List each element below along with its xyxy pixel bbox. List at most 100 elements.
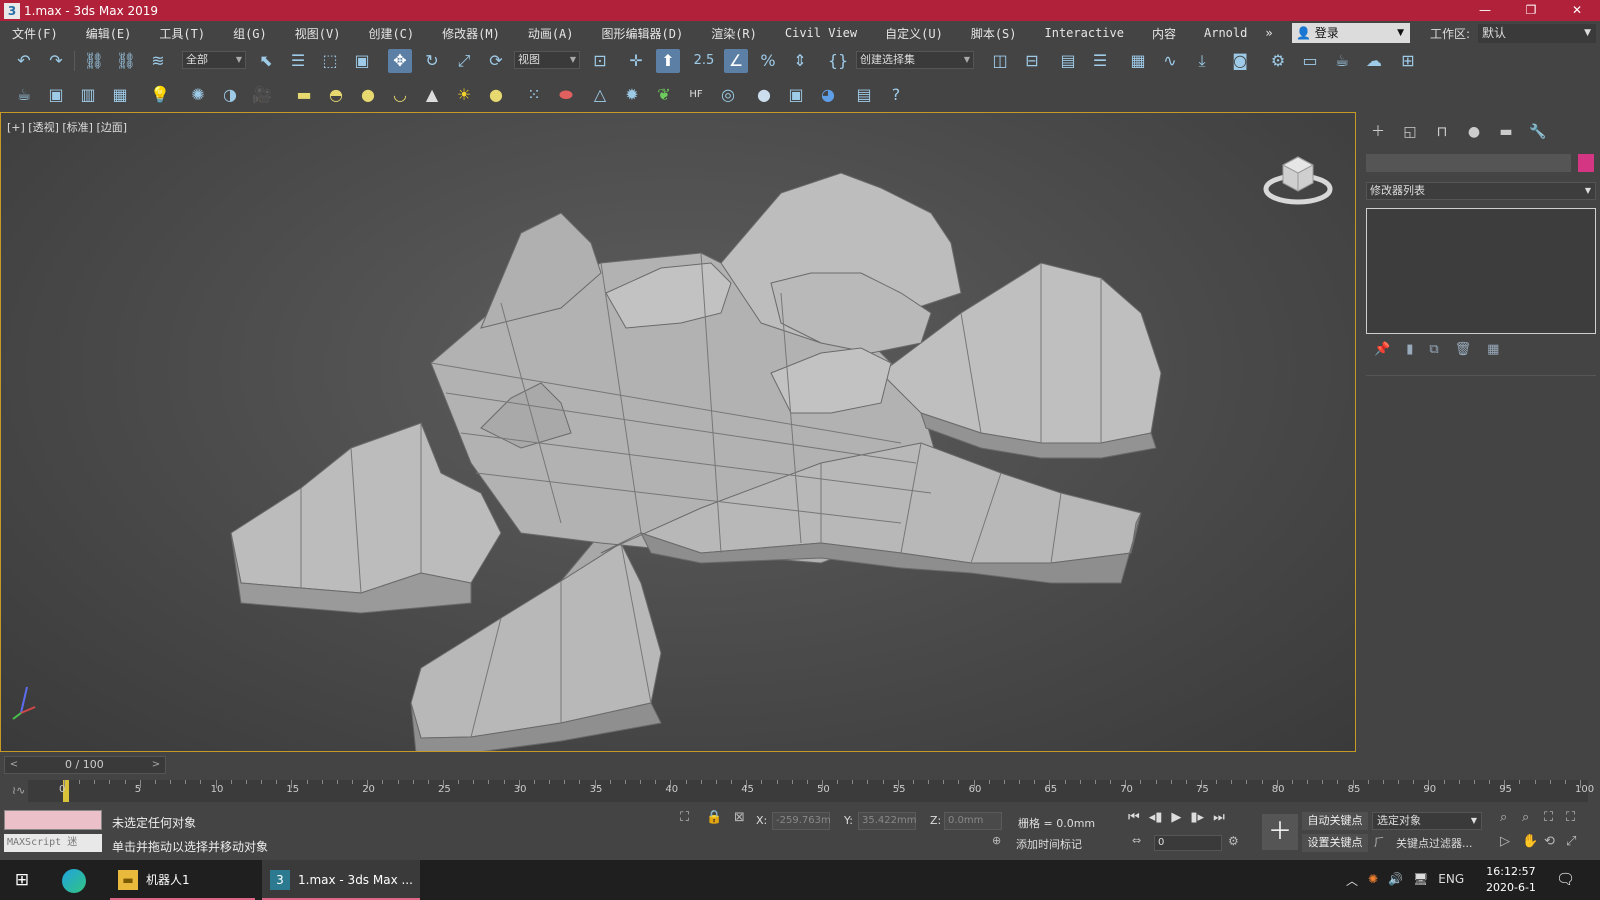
material-ball-icon[interactable]: ◕ — [816, 83, 840, 107]
snaps-toggle-icon[interactable]: 2.5 — [692, 49, 716, 73]
workspace-select[interactable]: 默认 ▼ — [1478, 24, 1596, 43]
add-time-tag-button[interactable]: 添加时间标记 — [1016, 836, 1082, 852]
create-tab-icon[interactable]: ＋ — [1362, 120, 1394, 144]
menu-graph-editors[interactable]: 图形编辑器(D) — [588, 25, 698, 42]
dome-icon[interactable]: ◓ — [324, 83, 348, 107]
skylight-icon[interactable]: ● — [484, 83, 508, 107]
minimize-button[interactable]: — — [1462, 0, 1508, 21]
render-setup-icon[interactable]: ⚙ — [1266, 49, 1290, 73]
menu-modifiers[interactable]: 修改器(M) — [428, 25, 514, 42]
named-selection-select[interactable]: 创建选择集 ▼ — [856, 51, 974, 69]
menu-scripting[interactable]: 脚本(S) — [957, 25, 1031, 42]
key-mode-toggle-icon[interactable]: ⇔ — [1132, 834, 1141, 847]
perspective-viewport[interactable]: [+] [透视] [标准] [边面] — [0, 112, 1356, 752]
grid-panel-icon[interactable]: ▦ — [108, 83, 132, 107]
link-icon[interactable]: ⛓ — [82, 49, 106, 73]
teapot-icon[interactable]: ☕ — [12, 83, 36, 107]
set-keys-icon[interactable]: ＋ — [1262, 814, 1298, 850]
time-configuration-icon[interactable]: ⚙ — [1228, 834, 1239, 848]
hair-icon[interactable]: ❦ — [652, 83, 676, 107]
key-selection-set-select[interactable]: 选定对象 ▼ — [1372, 812, 1482, 830]
edge-browser-icon[interactable] — [62, 869, 86, 893]
pivot-center-icon[interactable]: ⊡ — [588, 49, 612, 73]
motion-tab-icon[interactable]: ● — [1458, 120, 1490, 144]
key-filters-button[interactable]: 关键点过滤器... — [1396, 835, 1473, 851]
play-icon[interactable]: ▶ — [1171, 810, 1181, 825]
modifier-list-select[interactable]: 修改器列表 ▼ — [1366, 182, 1596, 200]
menu-content[interactable]: 内容 — [1138, 25, 1190, 42]
bowl-icon[interactable]: ◡ — [388, 83, 412, 107]
menu-file[interactable]: 文件(F) — [0, 25, 72, 42]
panel-icon[interactable]: ▥ — [76, 83, 100, 107]
env-sphere-icon[interactable]: ● — [752, 83, 776, 107]
menu-group[interactable]: 组(G) — [219, 25, 281, 42]
select-object-icon[interactable]: ⬉ — [254, 49, 278, 73]
pin-stack-icon[interactable]: 📌 — [1374, 342, 1390, 362]
camera-icon[interactable]: 🎥 — [250, 83, 274, 107]
select-and-rotate-icon[interactable]: ↻ — [420, 49, 444, 73]
key-filter-icon[interactable]: ⺁ — [1374, 834, 1385, 850]
object-color-swatch[interactable] — [1578, 154, 1594, 172]
hierarchy-tab-icon[interactable]: ⊓ — [1426, 120, 1458, 144]
schematic-view-icon[interactable]: ⤓ — [1190, 49, 1214, 73]
restore-button[interactable]: ❐ — [1508, 0, 1554, 21]
network-icon[interactable]: 🖥 — [1413, 872, 1428, 889]
app-tray-icon[interactable]: ✺ — [1368, 872, 1378, 889]
box-icon[interactable]: ▬ — [292, 83, 316, 107]
auto-key-button[interactable]: 自动关键点 — [1302, 812, 1368, 830]
zoom-extents-icon[interactable]: ⛶ — [1544, 810, 1553, 825]
mirror-icon[interactable]: ◫ — [988, 49, 1012, 73]
angle-snap-icon[interactable]: ∠ — [724, 49, 748, 73]
previous-key-icon[interactable]: ◂▮ — [1149, 810, 1163, 825]
go-to-end-icon[interactable]: ⏭ — [1213, 810, 1225, 825]
material-editor-icon[interactable]: ◙ — [1228, 49, 1252, 73]
3dsmax-app-icon[interactable]: 3 — [4, 2, 20, 19]
next-key-icon[interactable]: ▮▸ — [1190, 810, 1204, 825]
menu-interactive[interactable]: Interactive — [1031, 26, 1138, 40]
make-unique-icon[interactable]: ⧉ — [1429, 342, 1438, 362]
taskbar-app-3dsmax[interactable]: 3 1.max - 3ds Max ... — [262, 860, 420, 900]
menu-overflow-icon[interactable]: » — [1261, 26, 1276, 40]
menu-tools[interactable]: 工具(T) — [145, 25, 219, 42]
scene-explorer-icon[interactable]: ▤ — [1056, 49, 1080, 73]
modifier-stack[interactable] — [1366, 208, 1596, 334]
scene-states-icon[interactable]: ▤ — [852, 83, 876, 107]
system-clock[interactable]: 16:12:57 2020-6-1 — [1486, 864, 1536, 896]
object-name-field[interactable] — [1366, 154, 1571, 172]
show-end-result-icon[interactable]: ▮ — [1406, 342, 1413, 362]
capsule-icon[interactable]: ⬬ — [554, 83, 578, 107]
menu-create[interactable]: 创建(C) — [354, 25, 428, 42]
z-coord-field[interactable]: 0.0mm — [944, 812, 1002, 830]
volume-icon[interactable]: ✹ — [620, 83, 644, 107]
orbit-icon[interactable]: ⟲ — [1544, 834, 1555, 849]
select-and-place-icon[interactable]: ⟳ — [484, 49, 508, 73]
select-manipulate-icon[interactable]: ✛ — [624, 49, 648, 73]
notification-center-icon[interactable]: 🗨 — [1556, 870, 1575, 888]
render-region-icon[interactable]: ▣ — [784, 83, 808, 107]
previous-frame-icon[interactable]: < — [7, 757, 21, 773]
pan-view-icon[interactable]: ✋ — [1522, 834, 1538, 849]
reference-coordinate-select[interactable]: 视图 ▼ — [514, 51, 580, 69]
help-icon[interactable]: ? — [884, 83, 908, 107]
spinner-snap-icon[interactable]: ⇕ — [788, 49, 812, 73]
absolute-mode-icon[interactable]: ⊠ — [734, 810, 745, 825]
configure-modifier-sets-icon[interactable]: ▦ — [1487, 342, 1499, 362]
viewport-image-icon[interactable]: ▣ — [44, 83, 68, 107]
edit-named-selection-icon[interactable]: {} — [826, 49, 850, 73]
time-slider[interactable]: < 0 / 100 > — [4, 756, 166, 774]
sun-icon[interactable]: ☀ — [452, 83, 476, 107]
render-shortcuts-icon[interactable]: ⊞ — [1396, 49, 1420, 73]
menu-animation[interactable]: 动画(A) — [514, 25, 588, 42]
select-and-move-icon[interactable]: ✥ — [388, 49, 412, 73]
mini-curve-editor-icon[interactable]: ≀∿ — [12, 784, 25, 797]
cone-icon[interactable]: ▲ — [420, 83, 444, 107]
unlink-icon[interactable]: ⛓ — [114, 49, 138, 73]
hf-icon[interactable]: HF — [684, 83, 708, 107]
rendered-frame-window-icon[interactable]: ▭ — [1298, 49, 1322, 73]
keyboard-shortcut-override-icon[interactable]: ⬆ — [656, 49, 680, 73]
render-production-icon[interactable]: ☕ — [1330, 49, 1354, 73]
rectangular-selection-icon[interactable]: ⬚ — [318, 49, 342, 73]
login-dropdown[interactable]: 👤 登录 ▼ — [1292, 23, 1410, 43]
display-tab-icon[interactable]: ▬ — [1490, 120, 1522, 144]
percent-snap-icon[interactable]: % — [756, 49, 780, 73]
